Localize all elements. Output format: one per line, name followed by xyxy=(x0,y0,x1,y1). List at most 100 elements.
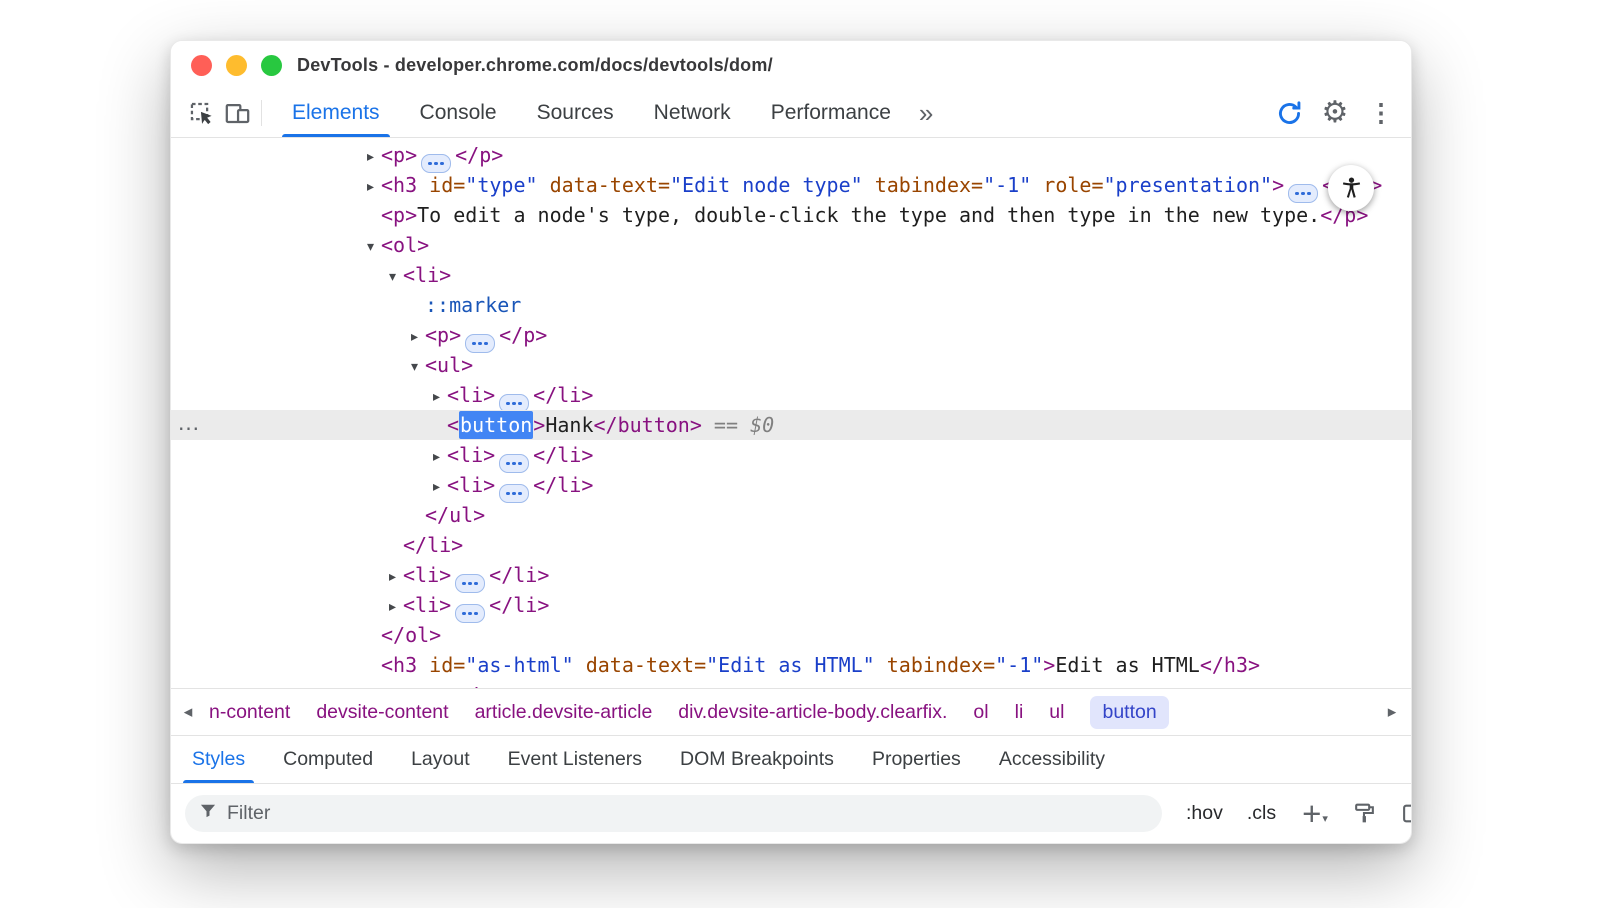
tab-network[interactable]: Network xyxy=(634,89,751,137)
expand-arrow-icon[interactable]: ▸ xyxy=(389,562,403,592)
token-tag: <h3 xyxy=(381,653,417,677)
dom-tree-row[interactable]: ▸<li></li> xyxy=(171,380,1411,410)
breadcrumb-item-article-devsite-article[interactable]: article.devsite-article xyxy=(475,701,653,724)
settings-gear-icon[interactable]: ⚙ xyxy=(1317,95,1353,131)
new-style-rule-button[interactable]: +▾ xyxy=(1302,803,1328,825)
token-tag: <ul> xyxy=(425,353,473,377)
toggle-class-button[interactable]: .cls xyxy=(1247,802,1276,825)
tab-computed[interactable]: Computed xyxy=(264,736,392,783)
tab-accessibility[interactable]: Accessibility xyxy=(980,736,1124,783)
token-tag: </button> xyxy=(594,413,702,437)
dom-tree-row[interactable]: ▸<h3 id="type" data-text="Edit node type… xyxy=(171,170,1411,200)
breadcrumb-scroll-left-icon[interactable]: ◂ xyxy=(171,702,205,722)
token-attr: tabindex= xyxy=(863,173,983,197)
token-tag: > xyxy=(1272,173,1284,197)
dom-tree-row[interactable]: ▸<li></li> xyxy=(171,590,1411,620)
expand-arrow-icon[interactable]: ▸ xyxy=(433,472,447,502)
more-tabs-icon[interactable]: » xyxy=(911,100,941,126)
expand-arrow-icon[interactable]: ▸ xyxy=(389,592,403,622)
tab-layout[interactable]: Layout xyxy=(392,736,489,783)
chevron-down-icon: ▾ xyxy=(1322,813,1328,825)
tab-dom-breakpoints[interactable]: DOM Breakpoints xyxy=(661,736,853,783)
token-tag: </li> xyxy=(489,563,549,587)
token-tag: <li> xyxy=(447,383,495,407)
sync-rendering-icon[interactable] xyxy=(1271,95,1307,131)
close-button[interactable] xyxy=(191,55,212,76)
collapse-arrow-icon[interactable]: ▾ xyxy=(367,232,381,262)
dom-tree-row[interactable]: ▾<li> xyxy=(171,260,1411,290)
breadcrumb-item-devsite-content[interactable]: devsite-content xyxy=(316,701,448,724)
collapse-arrow-icon[interactable]: ▾ xyxy=(411,352,425,382)
dom-tree-row[interactable]: …<button>Hank</button> == $0 xyxy=(171,410,1411,440)
dom-tree-row[interactable]: ▸<li></li> xyxy=(171,470,1411,500)
dom-tree-row[interactable]: </ul> xyxy=(171,500,1411,530)
token-tag: <li> xyxy=(447,443,495,467)
dom-tree: ▸<p></p>▸<h3 id="type" data-text="Edit n… xyxy=(171,138,1411,688)
accessibility-cursor-icon xyxy=(1328,165,1374,211)
device-toolbar-icon[interactable] xyxy=(219,95,255,131)
breadcrumb-list: n-content devsite-content article.devsite-… xyxy=(209,696,1169,729)
dom-tree-row[interactable]: ▸<p></p> xyxy=(171,320,1411,350)
token-tag: </h3> xyxy=(1200,653,1260,677)
more-options-menu-icon[interactable]: ⋮ xyxy=(1363,95,1399,131)
dom-tree-row[interactable]: <p>To edit a node's type, double-click t… xyxy=(171,200,1411,230)
collapse-arrow-icon[interactable]: ▾ xyxy=(389,262,403,292)
expand-arrow-icon[interactable]: ▸ xyxy=(433,382,447,412)
token-tag: </ol> xyxy=(381,623,441,647)
dom-tree-row[interactable]: </li> xyxy=(171,530,1411,560)
styles-filter-input[interactable]: Filter xyxy=(185,795,1162,832)
panel-tabs: ElementsConsoleSourcesNetworkPerformance xyxy=(272,89,911,137)
dom-tree-row[interactable]: ▸<li> </li> xyxy=(171,560,1411,590)
token-tag: <p> xyxy=(381,203,417,227)
token-tag: > xyxy=(533,413,545,437)
expand-arrow-icon[interactable]: ▸ xyxy=(367,172,381,202)
dom-tree-row[interactable]: <h3 id="as-html" data-text="Edit as HTML… xyxy=(171,650,1411,680)
breadcrumb-item-ul[interactable]: ul xyxy=(1049,701,1064,724)
token-tag: </p> xyxy=(455,143,503,167)
token-val: "presentation" xyxy=(1104,173,1273,197)
token-attr: role= xyxy=(1031,173,1103,197)
breadcrumb-item-div-devsite-article-body-clearfix-[interactable]: div.devsite-article-body.clearfix. xyxy=(678,701,947,724)
maximize-button[interactable] xyxy=(261,55,282,76)
breadcrumb-item-button[interactable]: button xyxy=(1090,696,1168,729)
dom-tree-row[interactable]: </ol> xyxy=(171,620,1411,650)
minimize-button[interactable] xyxy=(226,55,247,76)
plus-icon: + xyxy=(1302,803,1321,825)
styles-filter-row: Filter :hov .cls +▾ xyxy=(171,783,1411,843)
expand-arrow-icon[interactable]: ▸ xyxy=(367,142,381,172)
rendering-brush-icon[interactable] xyxy=(1352,801,1377,826)
dom-tree-row[interactable]: ▾<ul> xyxy=(171,350,1411,380)
tab-event-listeners[interactable]: Event Listeners xyxy=(489,736,661,783)
dom-tree-row[interactable]: ▸<p></p> xyxy=(171,680,1411,688)
dom-tree-row[interactable]: ::marker xyxy=(171,290,1411,320)
breadcrumb-item-n-content[interactable]: n-content xyxy=(209,701,290,724)
tab-performance[interactable]: Performance xyxy=(751,89,911,137)
toggle-element-state-button[interactable]: :hov xyxy=(1186,802,1223,825)
tab-elements[interactable]: Elements xyxy=(272,89,400,137)
tab-sources[interactable]: Sources xyxy=(517,89,634,137)
breadcrumb: ◂ n-content devsite-content article.devsit… xyxy=(171,688,1411,735)
token-attr: data-text= xyxy=(574,653,706,677)
dock-side-icon[interactable] xyxy=(1401,801,1412,826)
breadcrumb-scroll-right-icon[interactable]: ▸ xyxy=(1375,689,1409,735)
token-tag: > xyxy=(1043,653,1055,677)
breadcrumb-item-ol[interactable]: ol xyxy=(973,701,988,724)
tab-styles[interactable]: Styles xyxy=(173,736,264,783)
token-text: To edit a node's type, double-click the … xyxy=(417,203,1320,227)
token-attr: id= xyxy=(417,653,465,677)
expand-arrow-icon[interactable]: ▸ xyxy=(411,322,425,352)
row-more-actions-icon[interactable]: … xyxy=(177,407,201,437)
expand-arrow-icon[interactable]: ▸ xyxy=(433,442,447,472)
dom-tree-row[interactable]: ▸<li></li> xyxy=(171,440,1411,470)
token-val: "Edit node type" xyxy=(670,173,863,197)
dom-tree-row[interactable]: ▸<p></p> xyxy=(171,140,1411,170)
inspect-element-icon[interactable] xyxy=(183,95,219,131)
token-marker: ::marker xyxy=(425,293,521,317)
token-val: "-1" xyxy=(995,653,1043,677)
token-tag: <li> xyxy=(403,563,451,587)
dom-tree-row[interactable]: ▾<ol> xyxy=(171,230,1411,260)
token-tag: <ol> xyxy=(381,233,429,257)
tab-properties[interactable]: Properties xyxy=(853,736,980,783)
breadcrumb-item-li[interactable]: li xyxy=(1015,701,1024,724)
tab-console[interactable]: Console xyxy=(400,89,517,137)
